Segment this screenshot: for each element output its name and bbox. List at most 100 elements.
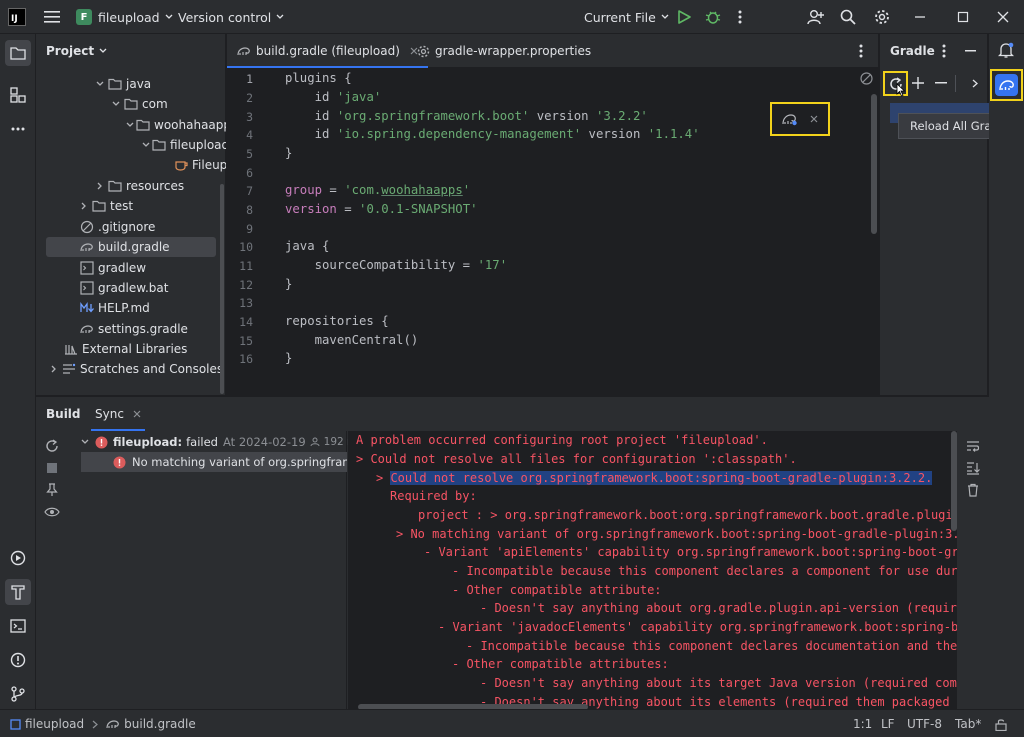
gradle-options-button[interactable] (942, 44, 946, 58)
tab-options-button[interactable] (859, 44, 863, 58)
project-tool-button[interactable] (5, 40, 31, 66)
code-line[interactable]: } (285, 277, 292, 291)
tree-item-woohahaapps[interactable]: woohahaapps (36, 115, 226, 135)
code-line[interactable]: group = 'com.woohahaapps' (285, 183, 470, 197)
close-tab-icon[interactable] (133, 410, 141, 418)
expand-toolbar-button[interactable] (972, 79, 978, 88)
vcs-widget[interactable]: Version control (178, 0, 284, 34)
tree-item-resources[interactable]: resources (36, 176, 226, 196)
services-tool-button[interactable] (5, 545, 31, 571)
tree-item-build-gradle[interactable]: build.gradle (46, 237, 216, 257)
run-button[interactable] (677, 0, 691, 34)
build-tree-root[interactable]: fileupload: failed At 2024-02-19 192 ms (81, 433, 363, 451)
more-actions-button[interactable] (738, 0, 742, 34)
code-with-me-button[interactable] (807, 0, 825, 34)
gradle-tool-button[interactable] (990, 69, 1023, 101)
code-line[interactable]: id 'org.springframework.boot' version '3… (285, 109, 648, 123)
tree-item-gitignore[interactable]: .gitignore (36, 217, 226, 237)
code-line[interactable]: id 'io.spring.dependency-management' ver… (285, 127, 700, 141)
minimize-button[interactable] (914, 0, 926, 34)
debug-button[interactable] (705, 0, 721, 34)
breadcrumb-file[interactable]: build.gradle (124, 717, 196, 731)
tree-item-java[interactable]: java (36, 74, 226, 94)
structure-tool-button[interactable] (5, 82, 31, 108)
run-config-selector[interactable]: Current File (584, 0, 669, 34)
tab-build-gradle[interactable]: build.gradle (fileupload) (227, 34, 428, 68)
close-popup-icon[interactable] (810, 115, 818, 123)
tab-sync[interactable]: Sync (91, 397, 145, 431)
line-separator[interactable]: LF (881, 710, 895, 737)
tab-gradle-wrapper-properties[interactable]: gradle-wrapper.properties (407, 34, 601, 68)
chevron-right-icon[interactable] (78, 202, 90, 210)
tree-item-label: woohahaapps (154, 118, 226, 132)
git-tool-button[interactable] (5, 681, 31, 707)
notifications-button[interactable] (998, 42, 1014, 59)
build-tool-button[interactable] (5, 579, 31, 605)
line-number: 1 (246, 72, 253, 86)
soft-wrap-button[interactable] (965, 438, 981, 454)
close-window-button[interactable] (997, 0, 1009, 34)
chevron-down-icon[interactable] (126, 122, 134, 128)
maximize-button[interactable] (957, 0, 969, 34)
editor-scrollbar[interactable] (871, 94, 877, 234)
file-encoding[interactable]: UTF-8 (907, 710, 942, 737)
terminal-tool-button[interactable] (5, 613, 31, 639)
problems-tool-button[interactable] (5, 647, 31, 673)
project-tree-scrollbar[interactable] (220, 184, 224, 394)
tree-item-test[interactable]: test (36, 196, 226, 216)
pin-button[interactable] (44, 482, 60, 498)
code-line[interactable]: } (285, 146, 292, 160)
code-text: id (285, 127, 337, 141)
stop-button[interactable] (44, 460, 60, 476)
code-line[interactable]: id 'java' (285, 90, 382, 104)
tree-item-application-class[interactable]: FileuploadApplication (36, 155, 226, 175)
main-menu-button[interactable] (44, 0, 60, 34)
remove-gradle-project-button[interactable] (935, 82, 947, 84)
breadcrumb-project[interactable]: fileupload (25, 717, 84, 731)
code-line[interactable]: plugins { (285, 71, 352, 85)
code-line[interactable]: mavenCentral() (285, 333, 419, 347)
settings-button[interactable] (874, 0, 890, 34)
project-widget[interactable]: F fileupload (76, 0, 173, 34)
chevron-down-icon (99, 48, 107, 53)
tree-item-settings-gradle[interactable]: settings.gradle (36, 319, 226, 339)
app-logo[interactable]: IJ (8, 0, 26, 34)
inspections-widget[interactable] (860, 72, 873, 85)
indent-setting[interactable]: Tab* (955, 710, 981, 737)
code-line[interactable]: sourceCompatibility = '17' (285, 258, 508, 272)
add-gradle-project-button[interactable] (912, 77, 924, 89)
console-selected-text[interactable]: Could not resolve org.springframework.bo… (390, 471, 933, 485)
resync-button[interactable] (44, 438, 60, 454)
project-panel-header[interactable]: Project (36, 34, 225, 68)
chevron-right-icon[interactable] (48, 365, 60, 373)
chevron-down-icon[interactable] (81, 439, 89, 445)
lock-status[interactable] (995, 710, 1007, 737)
search-everywhere-button[interactable] (840, 0, 856, 34)
code-line[interactable]: } (285, 351, 292, 365)
tree-item-gradlew[interactable]: gradlew (36, 258, 226, 278)
code-line[interactable]: version = '0.0.1-SNAPSHOT' (285, 202, 478, 216)
tree-item-gradlew-bat[interactable]: gradlew.bat (36, 278, 226, 298)
clear-all-button[interactable] (965, 482, 981, 498)
chevron-down-icon[interactable] (94, 81, 106, 87)
code-line[interactable]: java { (285, 239, 329, 253)
chevron-down-icon[interactable] (110, 101, 122, 107)
more-tools-button[interactable] (5, 116, 31, 142)
caret-position[interactable]: 1:1 (853, 710, 872, 737)
tree-item-fileupload-package[interactable]: fileupload (36, 135, 226, 155)
chevron-right-icon[interactable] (94, 182, 106, 190)
tree-item-help-md[interactable]: HELP.md (36, 298, 226, 318)
build-tree-error-item[interactable]: No matching variant of org.springframewo… (81, 452, 347, 472)
view-options-button[interactable] (44, 504, 60, 520)
reload-all-gradle-projects-button[interactable] (883, 71, 908, 97)
tree-item-external-libraries[interactable]: External Libraries (36, 339, 226, 359)
load-gradle-changes-button[interactable] (782, 112, 798, 126)
build-console-output[interactable]: A problem occurred configuring root proj… (348, 431, 957, 710)
code-line[interactable]: repositories { (285, 314, 389, 328)
chevron-down-icon[interactable] (142, 142, 150, 148)
tab-build[interactable]: Build (46, 397, 81, 431)
tree-item-scratches[interactable]: Scratches and Consoles (36, 359, 226, 379)
hide-panel-button[interactable] (965, 50, 976, 52)
scroll-to-end-button[interactable] (965, 460, 981, 476)
tree-item-com[interactable]: com (36, 94, 226, 114)
